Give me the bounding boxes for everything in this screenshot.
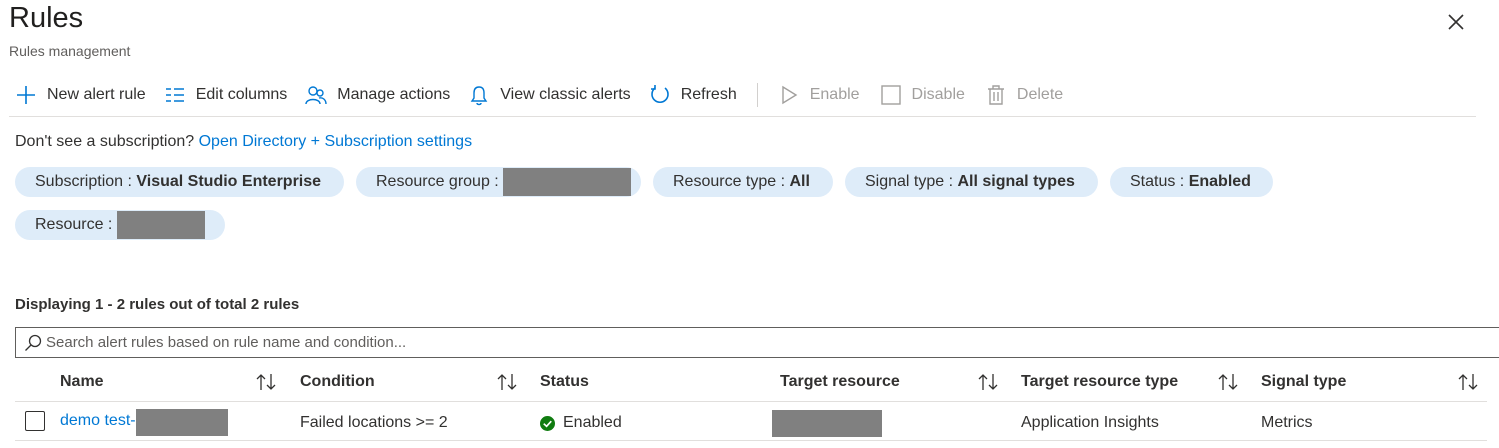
- new-alert-rule-button[interactable]: New alert rule: [15, 84, 146, 106]
- refresh-button[interactable]: Refresh: [649, 84, 737, 106]
- directory-settings-link[interactable]: Open Directory + Subscription settings: [199, 133, 472, 150]
- page-title: Rules: [9, 2, 84, 34]
- filter-resource-type-label: Resource type :: [673, 173, 790, 190]
- delete-button[interactable]: Delete: [985, 84, 1063, 106]
- trash-icon: [987, 85, 1004, 105]
- new-alert-rule-label: New alert rule: [47, 86, 146, 103]
- filter-status-label: Status :: [1130, 173, 1189, 190]
- filter-pill-resource-type[interactable]: Resource type : All: [653, 167, 833, 197]
- filter-pill-resource-group[interactable]: Resource group :: [356, 167, 641, 197]
- check-circle-icon: [540, 416, 555, 431]
- column-header-condition[interactable]: Condition: [300, 373, 375, 391]
- bell-icon: [470, 86, 488, 106]
- refresh-label: Refresh: [680, 86, 737, 103]
- rule-signal-type: Metrics: [1261, 414, 1313, 431]
- sort-icon[interactable]: [496, 372, 518, 392]
- play-icon: [782, 85, 798, 105]
- stop-icon: [880, 85, 901, 105]
- filter-subscription-value: Visual Studio Enterprise: [136, 173, 322, 190]
- rule-status: Enabled: [563, 414, 622, 431]
- filter-pill-status[interactable]: Status : Enabled: [1110, 167, 1273, 197]
- edit-columns-button[interactable]: Edit columns: [164, 84, 288, 106]
- sort-icon[interactable]: [977, 372, 999, 392]
- row-select-checkbox[interactable]: [25, 411, 45, 431]
- sort-icon[interactable]: [1457, 372, 1479, 392]
- redacted-rule-name: [136, 409, 228, 436]
- subscription-note: Don't see a subscription? Open Directory…: [15, 133, 472, 151]
- rule-target-resource-type: Application Insights: [1021, 414, 1159, 431]
- search-icon: [25, 334, 42, 351]
- sort-icon[interactable]: [1217, 372, 1239, 392]
- filter-subscription-label: Subscription :: [35, 173, 137, 190]
- filter-signal-type-value: All signal types: [957, 173, 1075, 190]
- view-classic-alerts-button[interactable]: View classic alerts: [468, 84, 631, 106]
- filter-resource-type-value: All: [789, 173, 810, 190]
- sort-icon[interactable]: [255, 372, 277, 392]
- refresh-icon: [650, 85, 669, 103]
- manage-actions-button[interactable]: Manage actions: [305, 84, 450, 106]
- filter-pill-signal-type[interactable]: Signal type : All signal types: [845, 167, 1098, 197]
- toolbar-divider: [756, 83, 758, 107]
- filter-resource-label: Resource :: [35, 216, 117, 233]
- column-header-target-resource-type[interactable]: Target resource type: [1021, 373, 1178, 391]
- header-divider: [15, 401, 1487, 402]
- subscription-note-text: Don't see a subscription?: [15, 133, 195, 150]
- page-subtitle: Rules management: [9, 43, 131, 59]
- close-icon[interactable]: [1445, 11, 1467, 33]
- enable-button[interactable]: Enable: [778, 84, 860, 106]
- filter-resource-group-label: Resource group :: [376, 173, 504, 190]
- edit-columns-label: Edit columns: [195, 86, 288, 103]
- redacted-resource: [116, 211, 205, 239]
- redacted-resource-group: [503, 168, 631, 196]
- view-classic-alerts-label: View classic alerts: [500, 86, 631, 103]
- rules-count: Displaying 1 - 2 rules out of total 2 ru…: [15, 296, 300, 313]
- filter-signal-type-label: Signal type :: [865, 173, 958, 190]
- toolbar-divider-line: [9, 116, 1476, 117]
- column-header-name[interactable]: Name: [60, 373, 104, 391]
- rule-name-link[interactable]: demo test-: [60, 412, 136, 430]
- search-input[interactable]: [46, 328, 1446, 357]
- filter-pill-subscription[interactable]: Subscription : Visual Studio Enterprise: [15, 167, 344, 197]
- people-icon: [305, 86, 327, 105]
- filter-status-value: Enabled: [1188, 173, 1251, 190]
- column-header-status[interactable]: Status: [540, 373, 589, 391]
- column-header-signal-type[interactable]: Signal type: [1261, 373, 1346, 391]
- search-box[interactable]: [15, 327, 1499, 358]
- redacted-target-resource: [772, 410, 882, 437]
- command-bar: New alert rule Edit columns Manage actio…: [15, 80, 1063, 110]
- column-header-target-resource[interactable]: Target resource: [780, 373, 900, 391]
- rule-condition: Failed locations >= 2: [300, 414, 448, 431]
- filter-pill-resource[interactable]: Resource :: [15, 210, 225, 240]
- disable-button[interactable]: Disable: [880, 84, 965, 106]
- row-divider: [15, 440, 1487, 441]
- plus-icon: [17, 86, 35, 104]
- disable-label: Disable: [911, 86, 965, 103]
- manage-actions-label: Manage actions: [337, 86, 451, 103]
- columns-icon: [165, 88, 184, 102]
- enable-label: Enable: [809, 86, 860, 103]
- delete-label: Delete: [1016, 86, 1064, 103]
